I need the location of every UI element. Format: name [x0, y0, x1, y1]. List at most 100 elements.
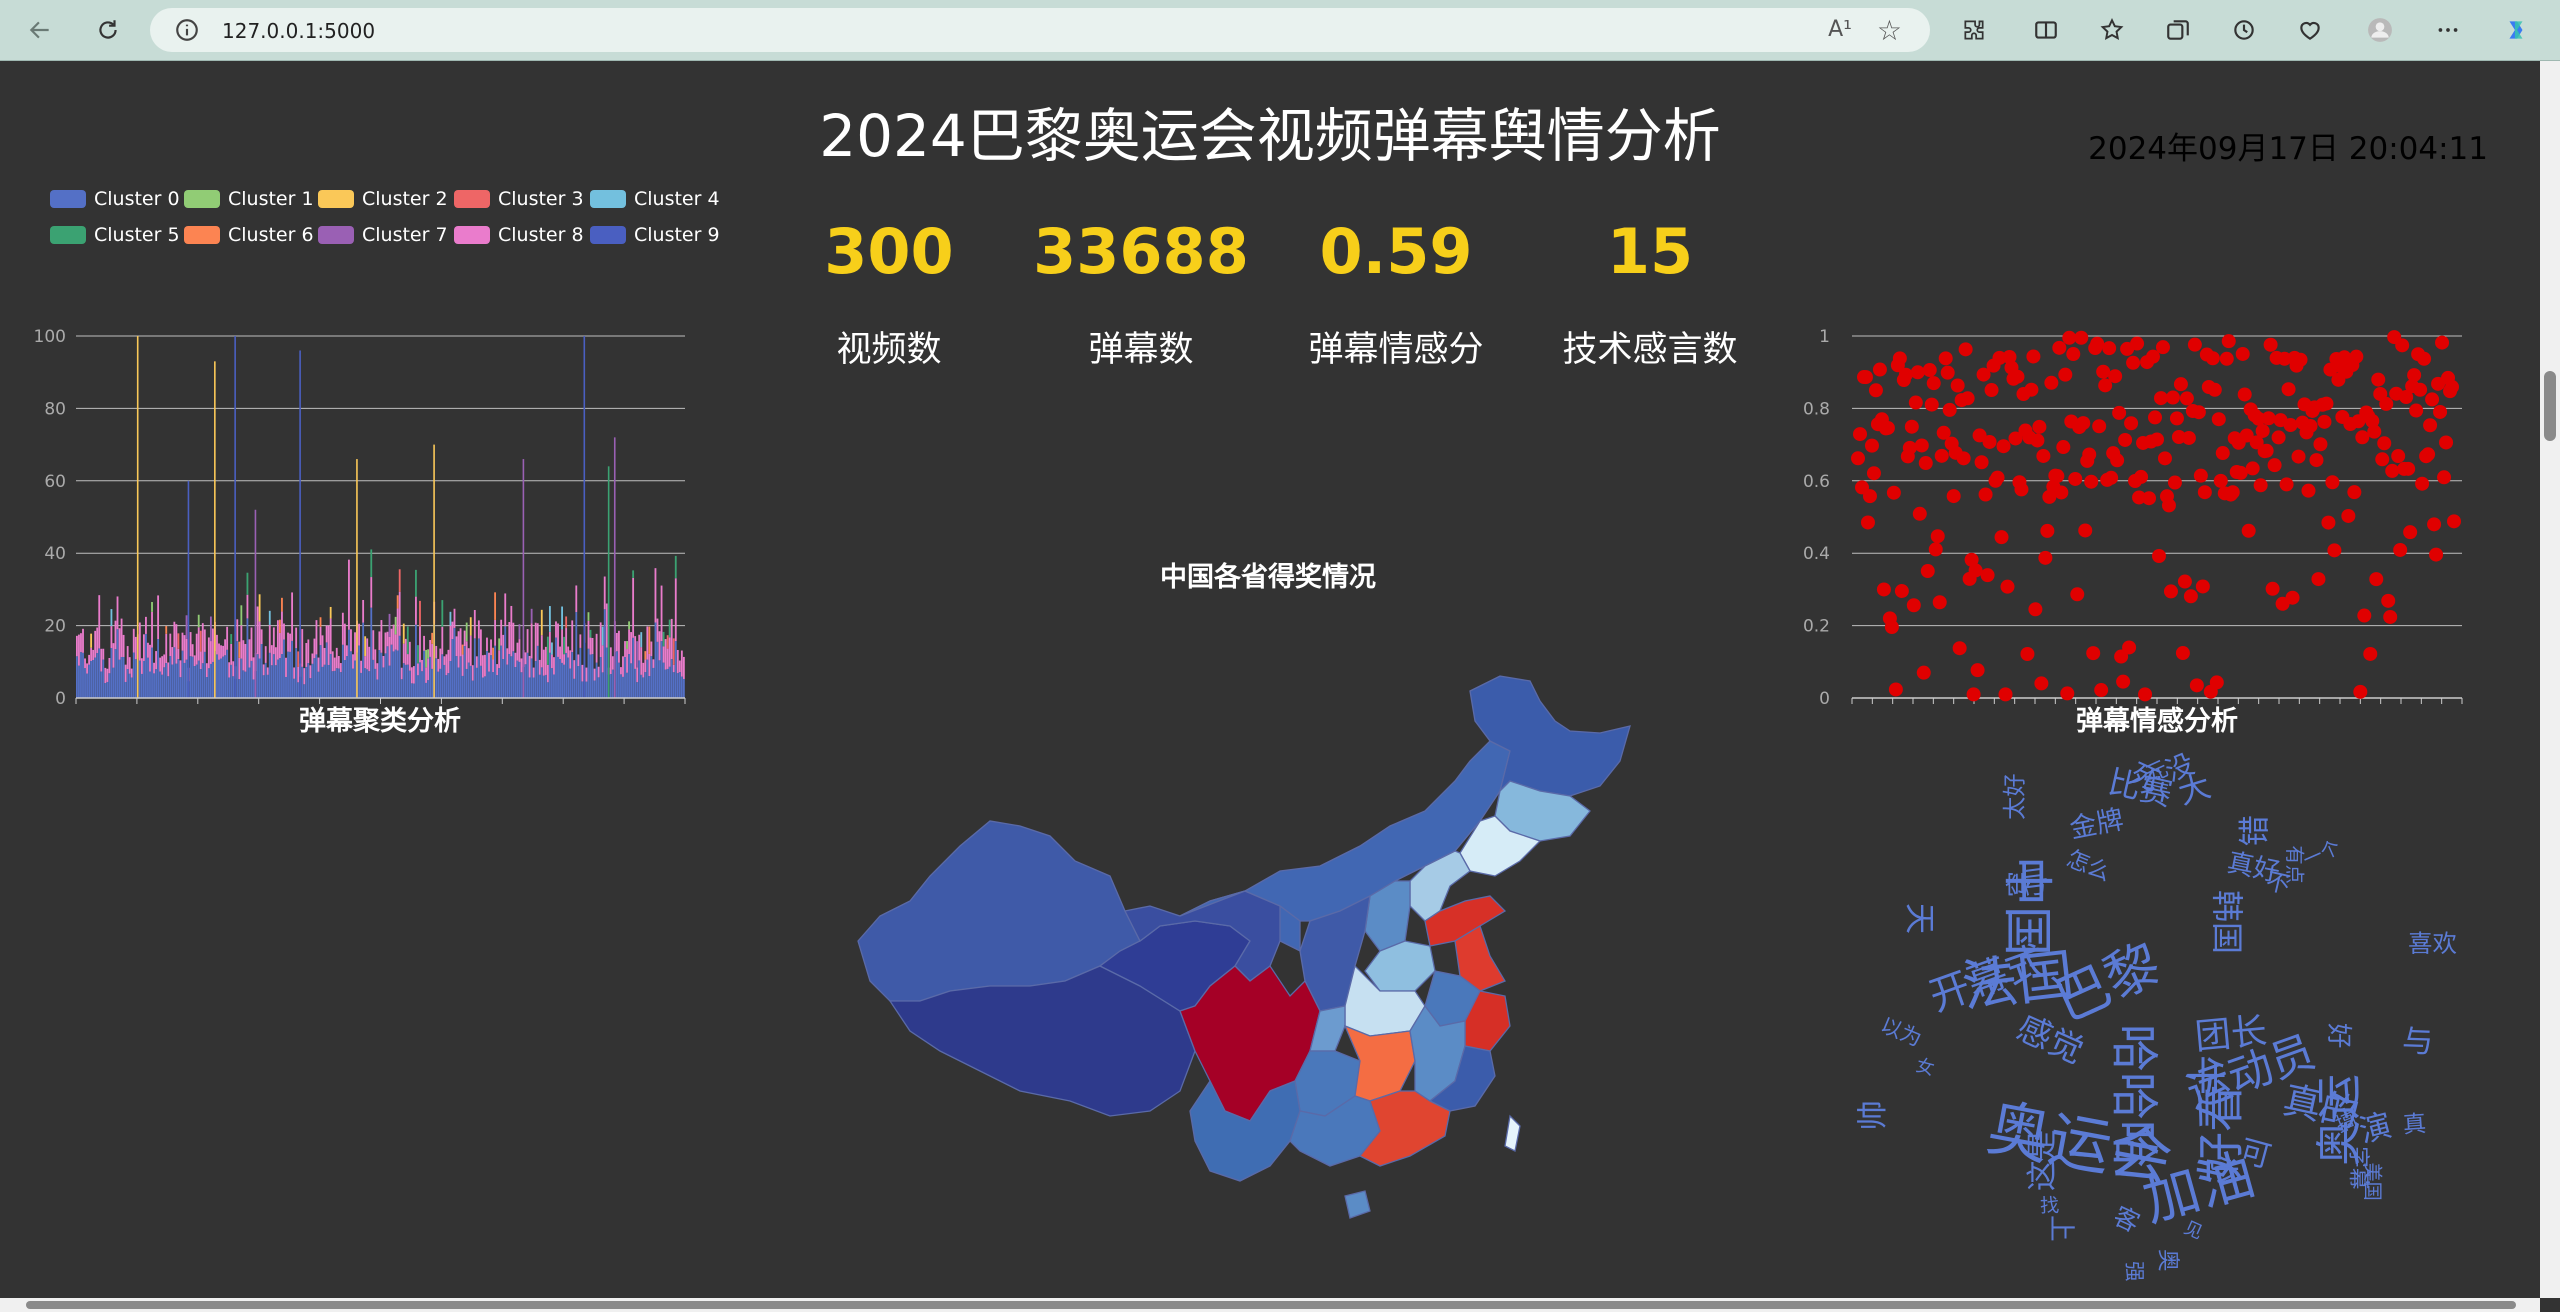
- scatter-point[interactable]: [2235, 346, 2250, 361]
- bar-cluster-8[interactable]: [532, 667, 535, 678]
- bar-cluster-8[interactable]: [644, 659, 647, 673]
- bar-cluster-0[interactable]: [165, 663, 168, 698]
- bar-cluster-0[interactable]: [118, 659, 121, 698]
- scatter-point[interactable]: [2076, 416, 2091, 431]
- bar-cluster-8[interactable]: [76, 635, 78, 657]
- bar-cluster-0[interactable]: [561, 662, 563, 698]
- scatter-point[interactable]: [1904, 419, 1919, 434]
- bar-cluster-8[interactable]: [236, 619, 239, 642]
- bar-cluster-8[interactable]: [585, 667, 588, 682]
- bar-cluster-8[interactable]: [126, 646, 129, 670]
- bar-cluster-0[interactable]: [209, 663, 212, 698]
- bar-cluster-9[interactable]: [583, 336, 586, 698]
- bar-cluster-0[interactable]: [86, 673, 88, 698]
- bar-cluster-1[interactable]: [498, 638, 501, 651]
- bar-cluster-8[interactable]: [569, 650, 572, 669]
- bar-cluster-8[interactable]: [175, 624, 178, 664]
- bar-cluster-0[interactable]: [624, 657, 626, 698]
- scatter-point[interactable]: [2435, 335, 2450, 350]
- bar-cluster-0[interactable]: [177, 659, 180, 698]
- bar-cluster-1[interactable]: [626, 641, 628, 650]
- bar-cluster-3[interactable]: [398, 569, 401, 592]
- bar-cluster-8[interactable]: [620, 667, 622, 675]
- bar-cluster-2[interactable]: [214, 361, 216, 698]
- bar-cluster-0[interactable]: [585, 681, 588, 698]
- bar-cluster-8[interactable]: [118, 628, 121, 660]
- bar-cluster-0[interactable]: [110, 648, 113, 698]
- bar-cluster-8[interactable]: [216, 634, 218, 655]
- bar-cluster-8[interactable]: [220, 645, 222, 659]
- bar-cluster-5[interactable]: [246, 572, 249, 595]
- bar-cluster-0[interactable]: [260, 644, 263, 698]
- bar-cluster-8[interactable]: [437, 658, 440, 672]
- word-cloud-word[interactable]: 强: [2123, 1261, 2147, 1282]
- bar-cluster-0[interactable]: [626, 672, 628, 698]
- bar-cluster-1[interactable]: [587, 612, 590, 621]
- bar-cluster-8[interactable]: [285, 657, 287, 677]
- bar-cluster-0[interactable]: [412, 683, 415, 698]
- bar-cluster-8[interactable]: [242, 640, 245, 671]
- bar-cluster-0[interactable]: [680, 676, 683, 698]
- bar-cluster-0[interactable]: [419, 662, 421, 698]
- bar-cluster-0[interactable]: [207, 668, 210, 698]
- scatter-point[interactable]: [1872, 362, 1887, 377]
- scatter-point[interactable]: [2195, 579, 2210, 594]
- scatter-point[interactable]: [2429, 547, 2444, 562]
- bar-cluster-8[interactable]: [258, 621, 261, 659]
- bar-cluster-8[interactable]: [597, 666, 600, 678]
- bar-cluster-8[interactable]: [78, 634, 80, 666]
- bar-cluster-8[interactable]: [579, 634, 582, 648]
- bar-cluster-0[interactable]: [138, 660, 141, 698]
- bar-cluster-8[interactable]: [510, 605, 513, 657]
- scatter-point[interactable]: [2050, 469, 2065, 484]
- bar-cluster-0[interactable]: [417, 675, 419, 698]
- bar-cluster-0[interactable]: [565, 652, 568, 698]
- bar-cluster-0[interactable]: [388, 665, 391, 698]
- history-icon[interactable]: [2226, 12, 2262, 48]
- bar-cluster-8[interactable]: [486, 637, 488, 651]
- bar-cluster-0[interactable]: [96, 653, 99, 698]
- bar-cluster-8[interactable]: [526, 629, 529, 653]
- bar-cluster-0[interactable]: [540, 667, 543, 698]
- scatter-point[interactable]: [2283, 418, 2298, 433]
- bar-cluster-0[interactable]: [611, 669, 614, 698]
- scatter-point[interactable]: [1996, 439, 2011, 454]
- scatter-point[interactable]: [1940, 365, 1955, 380]
- bar-cluster-0[interactable]: [569, 668, 572, 698]
- word-cloud-word[interactable]: 真: [2403, 1111, 2428, 1140]
- bar-cluster-0[interactable]: [447, 673, 450, 698]
- bar-cluster-8[interactable]: [189, 632, 192, 657]
- bar-cluster-0[interactable]: [390, 644, 393, 698]
- bar-cluster-3[interactable]: [199, 630, 202, 652]
- bar-cluster-0[interactable]: [311, 663, 314, 698]
- bar-cluster-8[interactable]: [514, 652, 517, 668]
- scatter-point[interactable]: [2309, 453, 2324, 468]
- bar-cluster-8[interactable]: [674, 578, 677, 642]
- bar-cluster-8[interactable]: [92, 649, 95, 661]
- bar-cluster-0[interactable]: [471, 680, 474, 698]
- scatter-point[interactable]: [1906, 598, 1921, 613]
- bar-cluster-0[interactable]: [376, 679, 379, 698]
- bar-cluster-8[interactable]: [482, 655, 484, 678]
- bar-cluster-8[interactable]: [642, 662, 645, 678]
- bar-cluster-0[interactable]: [248, 667, 251, 698]
- bar-cluster-0[interactable]: [281, 654, 283, 698]
- bar-cluster-8[interactable]: [205, 663, 208, 678]
- bar-cluster-0[interactable]: [496, 675, 499, 698]
- scatter-point[interactable]: [2375, 452, 2390, 467]
- bar-cluster-0[interactable]: [321, 666, 324, 698]
- bar-cluster-8[interactable]: [82, 628, 84, 653]
- bar-cluster-0[interactable]: [423, 650, 425, 698]
- scatter-point[interactable]: [2423, 418, 2438, 433]
- bar-cluster-8[interactable]: [538, 659, 541, 675]
- bar-cluster-0[interactable]: [410, 683, 413, 698]
- bar-cluster-0[interactable]: [313, 658, 316, 698]
- bar-cluster-0[interactable]: [222, 656, 224, 698]
- scatter-point[interactable]: [1942, 402, 1957, 417]
- bar-cluster-0[interactable]: [398, 635, 401, 698]
- bar-cluster-0[interactable]: [218, 659, 220, 698]
- bar-cluster-2[interactable]: [136, 336, 139, 698]
- bar-cluster-8[interactable]: [203, 629, 206, 652]
- bar-cluster-9[interactable]: [187, 480, 190, 698]
- bar-cluster-8[interactable]: [226, 626, 229, 650]
